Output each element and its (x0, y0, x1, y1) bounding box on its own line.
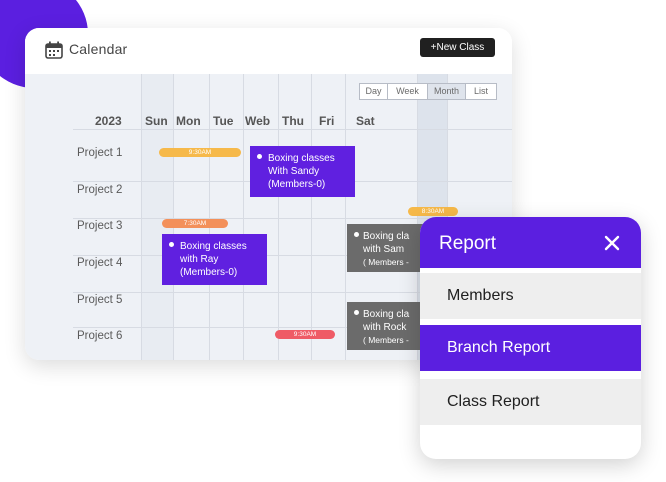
event-title: Boxing classes (268, 153, 335, 164)
event-dot-icon (169, 242, 174, 247)
row-label: Project 1 (77, 147, 123, 159)
report-header: Report (420, 217, 641, 268)
close-icon[interactable] (604, 235, 620, 251)
grid-line (311, 74, 312, 360)
view-month-button[interactable]: Month (428, 84, 466, 99)
view-week-button[interactable]: Week (388, 84, 428, 99)
event-trainer: With Sandy (268, 166, 320, 177)
event-card[interactable]: Boxing classes with Ray (Members-0) (162, 234, 267, 285)
day-header: Web (245, 114, 271, 128)
grid-line (141, 74, 142, 360)
row-label: Project 6 (77, 330, 123, 342)
report-item-class-report[interactable]: Class Report (420, 379, 641, 425)
event-members: (Members-0) (268, 179, 326, 190)
event-trainer: with Ray (180, 254, 219, 265)
report-item-members[interactable]: Members (420, 273, 641, 319)
report-item-branch-report[interactable]: Branch Report (420, 325, 641, 371)
event-dot-icon (257, 154, 262, 159)
grid-line (73, 129, 512, 130)
grid-line (345, 74, 346, 360)
grid-line (243, 74, 244, 360)
calendar-header: Calendar +New Class (25, 28, 512, 74)
new-class-button[interactable]: +New Class (420, 38, 495, 57)
grid-line (173, 74, 174, 360)
time-pill[interactable]: 9:30AM (159, 148, 241, 157)
event-dot-icon (354, 310, 359, 315)
row-label: Project 4 (77, 257, 123, 269)
time-pill[interactable]: 7:30AM (162, 219, 228, 228)
year-label: 2023 (95, 114, 122, 128)
grid-line (278, 74, 279, 360)
row-label: Project 3 (77, 220, 123, 232)
view-day-button[interactable]: Day (360, 84, 388, 99)
report-panel: Report Members Branch Report Class Repor… (420, 217, 641, 459)
event-dot-icon (354, 232, 359, 237)
row-label: Project 5 (77, 294, 123, 306)
day-header: Thu (282, 114, 304, 128)
day-header: Tue (213, 114, 234, 128)
report-title: Report (439, 233, 497, 254)
day-header: Fri (319, 114, 335, 128)
calendar-icon (45, 41, 63, 59)
day-header: Sat (356, 114, 375, 128)
event-members: (Members-0) (180, 267, 238, 278)
event-title: Boxing classes (180, 241, 247, 252)
day-header: Sun (145, 114, 168, 128)
view-switcher: Day Week Month List (359, 83, 497, 100)
row-label: Project 2 (77, 184, 123, 196)
event-card[interactable]: Boxing classes With Sandy (Members-0) (250, 146, 355, 197)
view-list-button[interactable]: List (466, 84, 496, 99)
calendar-title: Calendar (69, 41, 128, 57)
time-pill[interactable]: 9:30AM (275, 330, 335, 339)
time-pill[interactable]: 8:30AM (408, 207, 458, 216)
grid-line (209, 74, 210, 360)
day-header: Mon (176, 114, 201, 128)
